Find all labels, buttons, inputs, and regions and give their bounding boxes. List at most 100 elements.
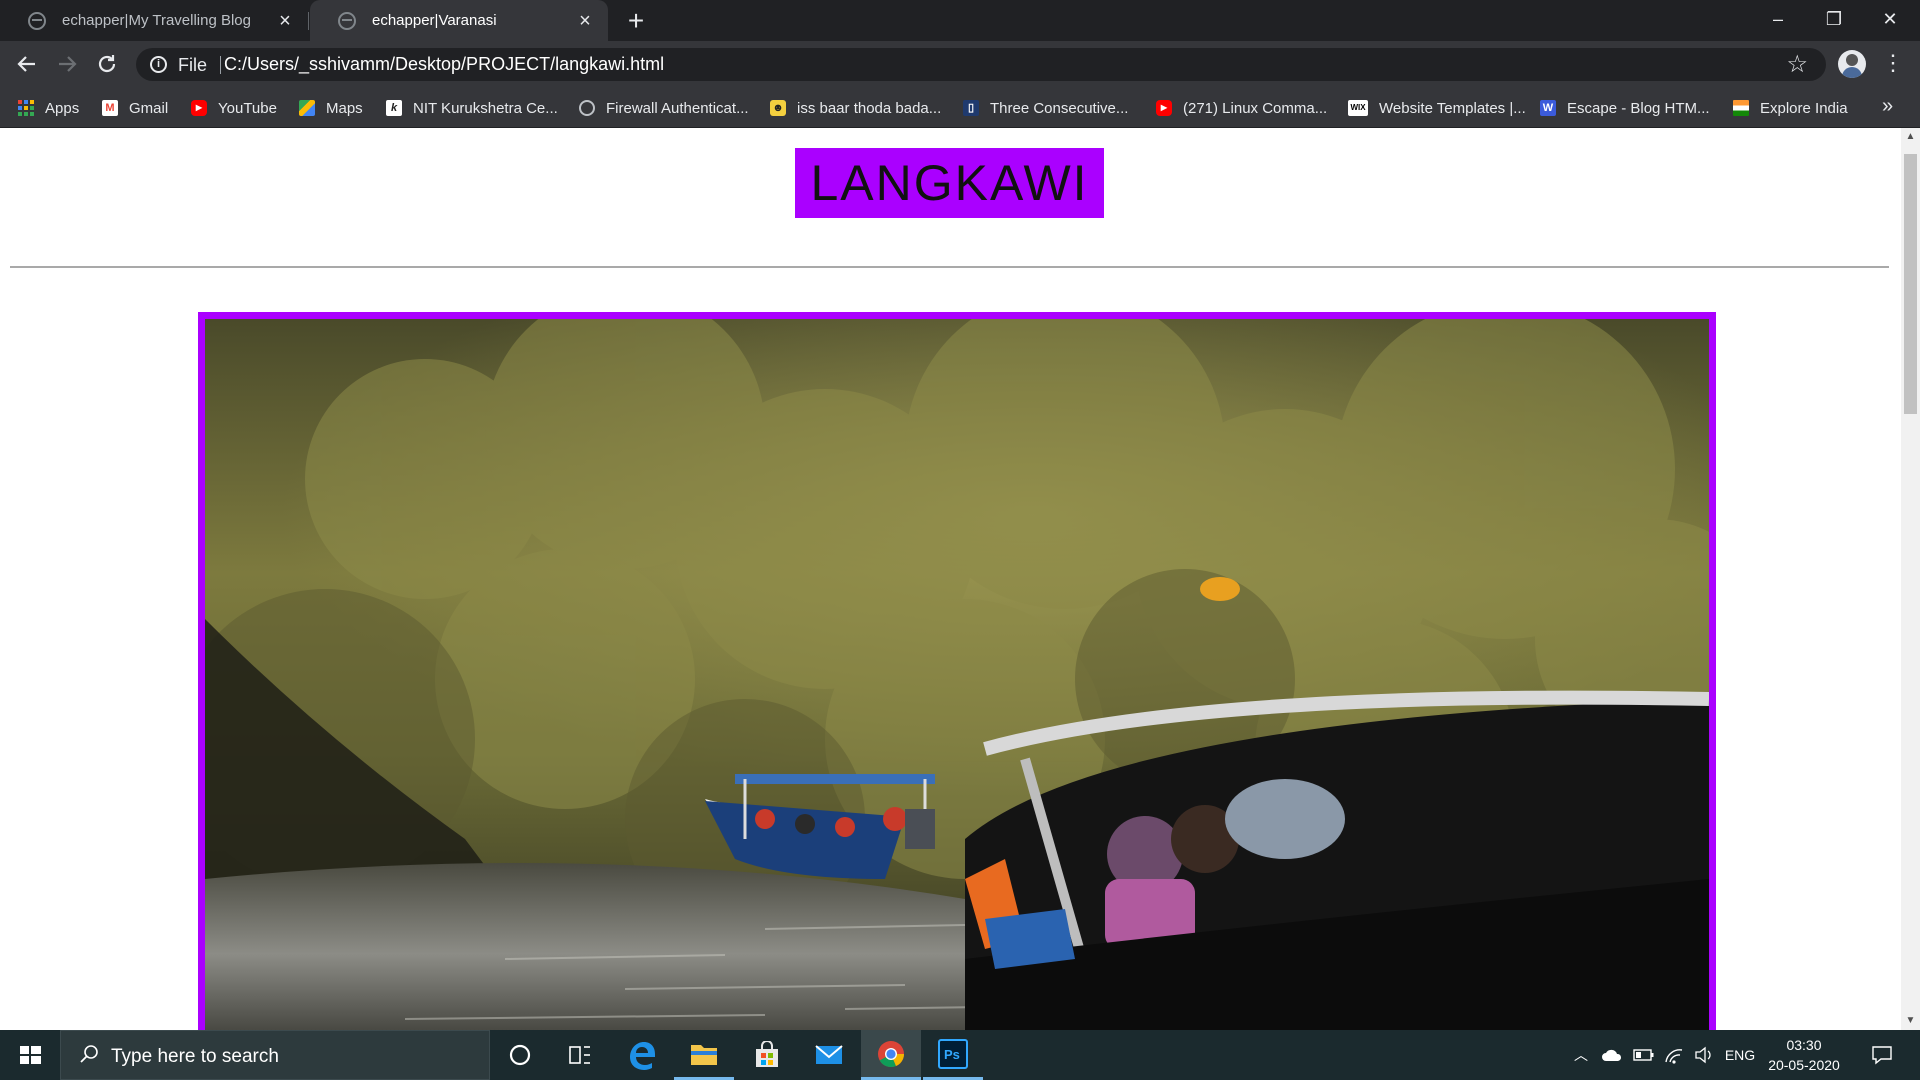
chrome-icon [878, 1040, 904, 1067]
bookmark-firewall[interactable]: Firewall Authenticat... [579, 88, 749, 128]
tab-travelling-blog[interactable]: echapper|My Travelling Blog × [0, 0, 308, 41]
tab-separator [308, 12, 309, 30]
cortana-button[interactable] [490, 1030, 550, 1080]
omnibox-divider [220, 56, 221, 74]
language-indicator[interactable]: ENG [1720, 1030, 1760, 1080]
task-view-button[interactable] [550, 1030, 610, 1080]
forward-arrow-icon [59, 56, 77, 72]
windows-taskbar: Type here to search Ps ︿ ENG 03:30 20-05… [0, 1030, 1920, 1080]
cortana-circle-icon [509, 1044, 531, 1066]
bookmark-label: Maps [326, 99, 363, 117]
w-icon: W [1540, 100, 1556, 116]
url-input[interactable] [224, 54, 1724, 75]
bookmark-label: iss baar thoda bada... [797, 99, 942, 117]
browser-menu-icon[interactable]: ⋮ [1882, 49, 1904, 79]
reload-button[interactable] [90, 47, 124, 81]
bookmarks-bar: Apps M Gmail ▶ YouTube Maps k NIT Kuruks… [0, 88, 1920, 128]
youtube-icon: ▶ [1156, 100, 1172, 116]
clock-date: 20-05-2020 [1768, 1057, 1840, 1073]
bookmark-label: YouTube [218, 99, 277, 117]
bookmark-label: Firewall Authenticat... [606, 99, 749, 117]
browser-toolbar: i File ☆ ⋮ [0, 41, 1920, 88]
page-scrollbar[interactable]: ▲ ▼ [1901, 128, 1920, 1030]
onedrive-cloud-icon[interactable] [1598, 1030, 1626, 1080]
edge-app-button[interactable] [612, 1030, 672, 1080]
volume-icon[interactable] [1690, 1030, 1718, 1080]
maps-icon [299, 100, 315, 116]
web-page: LANGKAWI [0, 128, 1901, 1030]
mail-envelope-icon [815, 1045, 843, 1064]
gmail-icon: M [102, 100, 118, 116]
mail-app-button[interactable] [799, 1030, 859, 1080]
info-icon[interactable]: i [150, 56, 167, 73]
globe-icon [338, 11, 356, 30]
tab-varanasi[interactable]: echapper|Varanasi × [310, 0, 608, 41]
globe-icon [579, 100, 595, 116]
reload-icon [98, 55, 116, 73]
globe-icon [28, 11, 46, 30]
bookmark-apps[interactable]: Apps [18, 88, 79, 128]
close-tab-icon[interactable]: × [274, 10, 296, 32]
india-flag-icon [1733, 100, 1749, 116]
svg-text:Ps: Ps [944, 1047, 960, 1062]
bookmark-label: NIT Kurukshetra Ce... [413, 99, 558, 117]
new-tab-button[interactable]: + [620, 6, 652, 38]
address-bar[interactable]: i File ☆ [136, 48, 1826, 81]
back-arrow-icon [17, 56, 35, 72]
scroll-thumb[interactable] [1904, 154, 1917, 414]
horizontal-rule [10, 266, 1889, 268]
tab-title: echapper|Varanasi [372, 12, 497, 29]
bookmark-label: Three Consecutive... [990, 99, 1129, 117]
photoshop-icon: Ps [938, 1038, 968, 1069]
store-bag-icon [756, 1041, 778, 1067]
bookmark-three-consecutive[interactable]: ▯ Three Consecutive... [963, 88, 1128, 128]
minimize-button[interactable]: – [1750, 0, 1806, 41]
restore-button[interactable]: ❐ [1806, 0, 1862, 41]
bookmark-label: Apps [45, 99, 80, 117]
tab-title: echapper|My Travelling Blog [62, 12, 251, 29]
bookmark-label: Explore India [1760, 99, 1848, 117]
edge-icon [630, 1042, 655, 1070]
bookmark-linux-commands[interactable]: ▶ (271) Linux Comma... [1156, 88, 1327, 128]
bookmark-maps[interactable]: Maps [299, 88, 363, 128]
task-view-icon [569, 1046, 590, 1064]
scroll-up-arrow-icon[interactable]: ▲ [1901, 128, 1920, 146]
bookmark-explore-india[interactable]: Explore India [1733, 88, 1848, 128]
close-window-button[interactable]: ✕ [1862, 0, 1918, 41]
taskbar-search-box[interactable]: Type here to search [60, 1030, 490, 1080]
bookmark-label: Escape - Blog HTM... [1567, 99, 1710, 117]
bookmark-website-templates[interactable]: WIX Website Templates |... [1348, 88, 1526, 128]
bookmark-iss-baar[interactable]: ☻ iss baar thoda bada... [770, 88, 941, 128]
action-center-button[interactable] [1862, 1030, 1902, 1080]
nit-icon: k [386, 100, 402, 116]
close-tab-icon[interactable]: × [574, 10, 596, 32]
battery-icon[interactable] [1630, 1030, 1658, 1080]
show-hidden-icons[interactable]: ︿ [1568, 1030, 1594, 1080]
search-placeholder: Type here to search [111, 1046, 279, 1067]
langkawi-photo [198, 312, 1716, 1030]
file-explorer-button[interactable] [674, 1030, 734, 1080]
notification-icon [1872, 1046, 1892, 1065]
more-bookmarks-icon[interactable]: » [1882, 95, 1893, 118]
wifi-icon[interactable] [1660, 1030, 1688, 1080]
taskbar-clock[interactable]: 03:30 20-05-2020 [1762, 1035, 1846, 1075]
wix-icon: WIX [1348, 100, 1368, 116]
bookmark-youtube[interactable]: ▶ YouTube [191, 88, 277, 128]
store-app-button[interactable] [737, 1030, 797, 1080]
search-icon [80, 1045, 98, 1063]
bookmark-label: Website Templates |... [1379, 99, 1526, 117]
bookmark-label: (271) Linux Comma... [1183, 99, 1328, 117]
page-title: LANGKAWI [795, 148, 1104, 218]
scroll-down-arrow-icon[interactable]: ▼ [1901, 1012, 1920, 1030]
profile-avatar[interactable] [1838, 50, 1866, 78]
start-button[interactable] [0, 1030, 60, 1080]
clock-time: 03:30 [1786, 1037, 1822, 1053]
forward-button[interactable] [50, 47, 84, 81]
bookmark-gmail[interactable]: M Gmail [102, 88, 168, 128]
back-button[interactable] [10, 47, 44, 81]
chrome-app-button[interactable] [861, 1030, 921, 1080]
bookmark-star-icon[interactable]: ☆ [1786, 50, 1808, 79]
bookmark-escape-blog[interactable]: W Escape - Blog HTM... [1540, 88, 1710, 128]
photoshop-app-button[interactable]: Ps [923, 1030, 983, 1080]
bookmark-nit-kurukshetra[interactable]: k NIT Kurukshetra Ce... [386, 88, 558, 128]
